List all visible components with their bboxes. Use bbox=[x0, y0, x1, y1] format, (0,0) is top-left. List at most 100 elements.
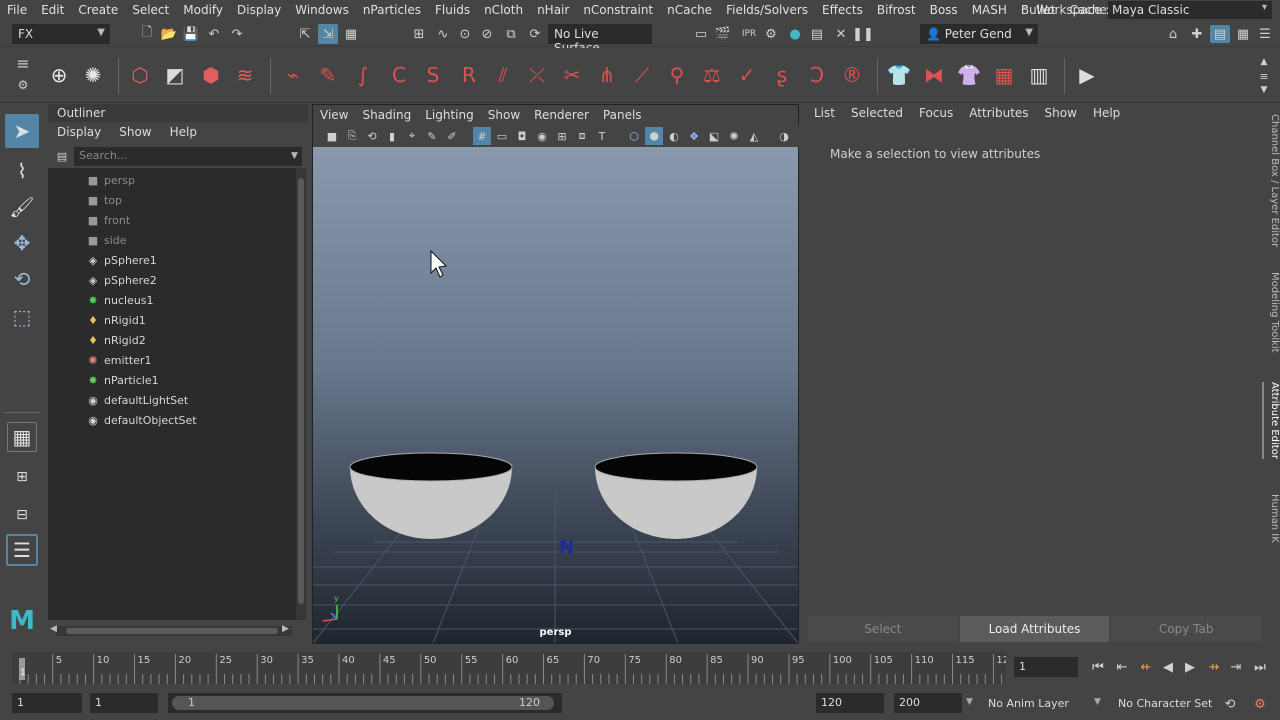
nparticle-cube-icon[interactable]: ⬡ bbox=[125, 60, 155, 90]
animation-prefs-icon[interactable]: ⚙ bbox=[1252, 696, 1268, 712]
character-set-label[interactable]: No Character Set bbox=[1118, 697, 1212, 710]
menu-fluids[interactable]: Fluids bbox=[428, 3, 477, 17]
outliner-row[interactable]: ■ front bbox=[48, 210, 296, 230]
four-pane-layout-icon[interactable]: ⊟ bbox=[5, 498, 39, 532]
film-gate-icon[interactable]: ▭ bbox=[493, 127, 511, 145]
attr-menu-selected[interactable]: Selected bbox=[843, 104, 911, 124]
menu-create[interactable]: Create bbox=[71, 3, 125, 17]
outliner-search-input[interactable]: Search... bbox=[74, 147, 302, 166]
animation-start-field[interactable]: 1 bbox=[12, 693, 82, 713]
cut-icon[interactable]: ✂ bbox=[557, 60, 587, 90]
shelf-scroll-down-icon[interactable]: ▼ bbox=[1256, 84, 1272, 96]
paint-hair-icon[interactable]: ✎ bbox=[313, 60, 343, 90]
particle-fill-icon[interactable]: ✺ bbox=[78, 60, 108, 90]
attract-icon[interactable]: ⟋ bbox=[627, 60, 657, 90]
menu-nparticles[interactable]: nParticles bbox=[356, 3, 428, 17]
playback-end-field[interactable]: 120 bbox=[816, 693, 884, 713]
menu-modify[interactable]: Modify bbox=[176, 3, 230, 17]
menu-display[interactable]: Display bbox=[230, 3, 288, 17]
passive-collider-icon[interactable]: ⬢ bbox=[196, 60, 226, 90]
viewport-menu-shading[interactable]: Shading bbox=[355, 105, 418, 125]
camera-bookmark-icon[interactable]: ⎘ bbox=[343, 127, 361, 145]
range-slider-thumb[interactable] bbox=[172, 696, 554, 710]
step-forward-key-icon[interactable]: ⇥ bbox=[1228, 659, 1244, 675]
scale-tool-icon[interactable]: ⬚ bbox=[5, 300, 39, 334]
undo-icon[interactable]: ↶ bbox=[205, 25, 223, 43]
grid-toggle-icon[interactable]: # bbox=[473, 127, 491, 145]
workspace-select[interactable]: Maya Classic bbox=[1108, 1, 1272, 19]
outliner-row[interactable]: ✸ nParticle1 bbox=[48, 370, 296, 390]
outliner-vertical-scrollbar[interactable] bbox=[296, 168, 306, 620]
select-object-icon[interactable]: ⇲ bbox=[318, 24, 338, 44]
render-view-icon[interactable]: ▭ bbox=[692, 25, 710, 43]
render-setup-icon[interactable]: ▤ bbox=[808, 25, 826, 43]
image-plane-icon[interactable]: ⟲ bbox=[363, 127, 381, 145]
menu-ncloth[interactable]: nCloth bbox=[477, 3, 530, 17]
textured-icon[interactable]: ⬕ bbox=[705, 127, 723, 145]
2d-pan-icon[interactable]: ⌖ bbox=[403, 127, 421, 145]
menu-mash[interactable]: MASH bbox=[965, 3, 1014, 17]
snap-surface-icon[interactable]: ⧉ bbox=[502, 25, 520, 43]
outliner-row[interactable]: ◈ pSphere1 bbox=[48, 250, 296, 270]
animation-end-field[interactable]: 200 bbox=[894, 693, 962, 713]
anim-layer-label[interactable]: No Anim Layer bbox=[988, 697, 1069, 710]
outliner-row[interactable]: ♦ nRigid1 bbox=[48, 310, 296, 330]
tool-settings-icon[interactable]: ▦ bbox=[1234, 25, 1252, 43]
chevron-down-icon[interactable]: ▼ bbox=[291, 151, 298, 161]
symbol-s-icon[interactable]: ʂ bbox=[767, 60, 797, 90]
move-tool-icon[interactable]: ✥ bbox=[5, 226, 39, 260]
snap-grid-icon[interactable]: ⊞ bbox=[410, 25, 428, 43]
nucleus-marker[interactable]: N bbox=[559, 537, 574, 558]
go-to-end-icon[interactable]: ⏭ bbox=[1252, 659, 1268, 675]
shadows-icon[interactable]: ◭ bbox=[745, 127, 763, 145]
channel-box-icon[interactable]: ☰ bbox=[1256, 25, 1274, 43]
select-button[interactable]: Select bbox=[808, 616, 958, 642]
shelf-settings-icon[interactable]: ⚙ bbox=[14, 76, 32, 94]
xray-icon[interactable]: ❖ bbox=[685, 127, 703, 145]
two-pane-layout-icon[interactable]: ⊞ bbox=[5, 460, 39, 494]
copy-tab-button[interactable]: Copy Tab bbox=[1111, 616, 1262, 642]
select-hierarchy-icon[interactable]: ⇱ bbox=[296, 25, 314, 43]
outliner-row[interactable]: ✺ emitter1 bbox=[48, 350, 296, 370]
menu-fields-solvers[interactable]: Fields/Solvers bbox=[719, 3, 815, 17]
snap-view-icon[interactable]: ⊘ bbox=[478, 25, 496, 43]
lights-icon[interactable]: ✺ bbox=[725, 127, 743, 145]
scroll-right-icon[interactable]: ▶ bbox=[282, 624, 289, 634]
time-slider[interactable]: 5 10 15 20 25 30 35 40 45 50 55 60 65 70 75 80 85 90 95 100… bbox=[12, 652, 1009, 684]
new-scene-icon[interactable]: 🗋 bbox=[138, 25, 156, 43]
menu-select[interactable]: Select bbox=[125, 3, 176, 17]
s-curve-icon[interactable]: S bbox=[418, 60, 448, 90]
field-chart-icon[interactable]: ⊞ bbox=[553, 127, 571, 145]
ambient-occlusion-icon[interactable]: ◑ bbox=[775, 127, 793, 145]
step-forward-frame-icon[interactable]: ⇸ bbox=[1206, 659, 1222, 675]
hemisphere-bowl-left[interactable] bbox=[349, 452, 513, 539]
resolution-gate-icon[interactable]: ◘ bbox=[513, 127, 531, 145]
brush-icon[interactable]: ⤫ bbox=[522, 60, 552, 90]
step-back-key-icon[interactable]: ⇤ bbox=[1114, 659, 1130, 675]
shelf-scroll-up-icon[interactable]: ▲ bbox=[1256, 56, 1272, 68]
strands-icon[interactable]: ⫽ bbox=[488, 60, 518, 90]
playback-start-field[interactable]: 1 bbox=[90, 693, 158, 713]
particle-emitter-icon[interactable]: ⊕ bbox=[44, 60, 74, 90]
outliner-row[interactable]: ◈ pSphere2 bbox=[48, 270, 296, 290]
layered-icon[interactable]: ≋ bbox=[230, 60, 260, 90]
constraint-icon[interactable]: ⋔ bbox=[592, 60, 622, 90]
outliner-menu-help[interactable]: Help bbox=[161, 123, 206, 143]
menu-overflow-icon[interactable]: » bbox=[1022, 3, 1028, 14]
nhair-icon[interactable]: ⌁ bbox=[278, 60, 308, 90]
tab-modeling-toolkit[interactable]: Modeling Toolkit bbox=[1262, 272, 1280, 353]
select-tool-icon[interactable]: ➤ bbox=[5, 114, 39, 148]
chevron-down-icon[interactable]: ▼ bbox=[966, 697, 973, 707]
menu-nconstraint[interactable]: nConstraint bbox=[576, 3, 660, 17]
range-slider[interactable]: 1 120 bbox=[168, 693, 562, 713]
curl-icon[interactable]: C bbox=[384, 60, 414, 90]
attr-menu-help[interactable]: Help bbox=[1085, 104, 1128, 124]
snap-point-icon[interactable]: ⊙ bbox=[456, 25, 474, 43]
outliner-row[interactable]: ■ persp bbox=[48, 170, 296, 190]
gate-mask-icon[interactable]: ◉ bbox=[533, 127, 551, 145]
save-scene-icon[interactable]: 💾 bbox=[182, 25, 200, 43]
tab-channel-box[interactable]: Channel Box / Layer Editor bbox=[1262, 114, 1280, 247]
outliner-row[interactable]: ■ top bbox=[48, 190, 296, 210]
open-scene-icon[interactable]: 📂 bbox=[160, 25, 178, 43]
user-account-dropdown[interactable]: 👤 Peter Gend ▼ bbox=[920, 24, 1038, 44]
